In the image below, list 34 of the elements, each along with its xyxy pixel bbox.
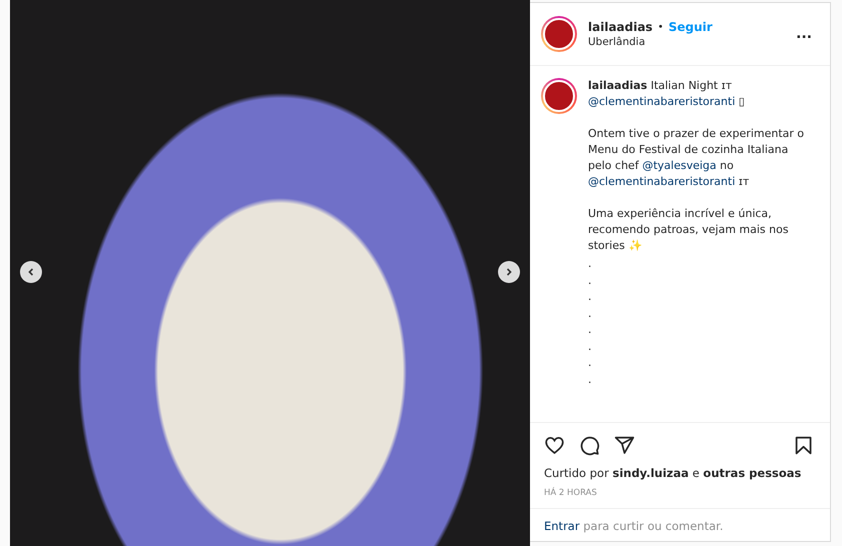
- dot-line: .: [588, 322, 592, 338]
- avatar[interactable]: [541, 16, 577, 52]
- bookmark-icon[interactable]: [793, 435, 814, 456]
- mention-link[interactable]: @clementinabareristoranti: [588, 175, 736, 188]
- dot-line: .: [588, 372, 592, 388]
- caption-paragraph: lailaadias Italian Night ɪᴛ @clementinabareristoranti ▯: [588, 78, 746, 110]
- separator: •: [658, 22, 664, 32]
- mention-link[interactable]: @clementinabareristoranti: [588, 95, 736, 108]
- dot-line: .: [588, 256, 592, 272]
- more-button[interactable]: ...: [792, 26, 816, 42]
- username[interactable]: lailaadias: [588, 20, 653, 34]
- location-link[interactable]: Uberlândia: [588, 36, 782, 48]
- user-link[interactable]: sindy.luizaa: [612, 466, 689, 480]
- chevron-right-icon: [504, 267, 514, 277]
- likes-text: Curtido por sindy.luizaa e outras pessoas: [544, 466, 802, 480]
- login-link[interactable]: Entrar: [544, 519, 580, 533]
- dot-line: .: [588, 272, 592, 288]
- dot-line: .: [588, 355, 592, 371]
- dot-line: .: [588, 306, 592, 322]
- comment-icon[interactable]: [579, 435, 600, 456]
- dot-line: .: [588, 289, 592, 305]
- chevron-left-icon: [26, 267, 36, 277]
- heart-icon[interactable]: [544, 435, 565, 456]
- caption-paragraph: Uma experiência incrível e única, recomendo patroas, vejam mais nos stories ✨: [588, 206, 790, 254]
- dot-line: .: [588, 338, 592, 354]
- mention-link[interactable]: @tyalesveiga: [642, 159, 716, 172]
- previous-button[interactable]: [20, 261, 42, 283]
- username-link[interactable]: lailaadias: [588, 79, 648, 92]
- login-prompt: Entrar para curtir ou comentar.: [530, 508, 830, 541]
- next-button[interactable]: [498, 261, 520, 283]
- share-icon[interactable]: [614, 435, 635, 456]
- caption-paragraph: Ontem tive o prazer de experimentar o Menu do Festival de cozinha Italiana pelo chef @tyalesveiga no @clementinabareristoranti ɪᴛ: [588, 126, 806, 190]
- avatar[interactable]: [541, 78, 577, 114]
- others-link[interactable]: outras pessoas: [703, 466, 802, 480]
